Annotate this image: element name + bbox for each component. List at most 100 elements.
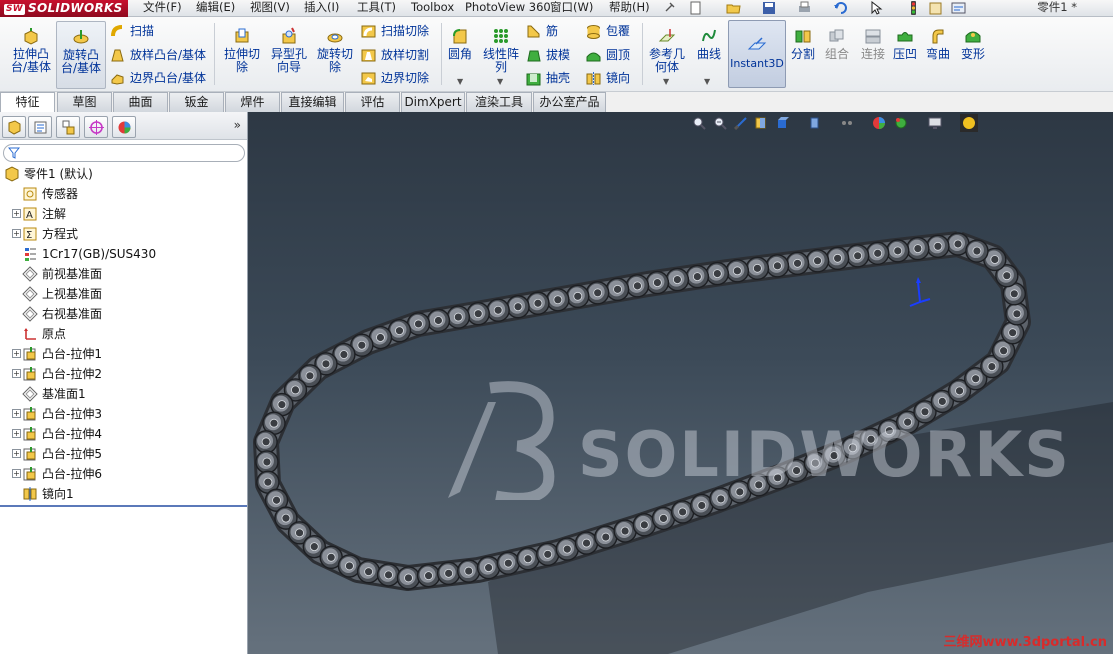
save-icon[interactable]	[762, 1, 777, 15]
extruded-boss-button[interactable]: 拉伸凸 台/基体	[6, 21, 56, 89]
wrap-button[interactable]: 包覆	[586, 22, 630, 40]
draft-button[interactable]: 拔模	[526, 46, 570, 64]
solidworks-logo[interactable]: SW SOLIDWORKS	[0, 0, 128, 17]
hole-wizard-button[interactable]: 异型孔 向导	[266, 21, 312, 89]
expand-toggle-icon[interactable]: +	[12, 369, 21, 378]
join-button[interactable]: 连接	[856, 21, 890, 89]
tree-node-label: 镜向1	[42, 487, 74, 501]
tab-evaluate[interactable]: 评估	[345, 92, 400, 112]
tab-surfaces[interactable]: 曲面	[113, 92, 168, 112]
expand-toggle-icon[interactable]: +	[12, 349, 21, 358]
instant3d-button[interactable]: Instant3D	[728, 20, 786, 88]
mirror-label: 镜向	[606, 71, 631, 85]
expand-toggle-icon[interactable]: +	[12, 429, 21, 438]
revolved-boss-button[interactable]: 旋转凸 台/基体	[56, 21, 106, 89]
tree-filter-input[interactable]	[3, 144, 245, 162]
options-icon[interactable]	[951, 1, 966, 15]
feature-manager-tab[interactable]	[2, 116, 26, 138]
boundary-cut-button[interactable]: 边界切除	[361, 69, 429, 87]
menu-insert[interactable]: 插入(I)	[304, 0, 339, 17]
new-document-icon[interactable]	[688, 1, 703, 15]
edit-appearance-icon[interactable]	[872, 116, 886, 130]
panel-more-button[interactable]: »	[234, 118, 241, 132]
fillet-icon	[453, 29, 467, 44]
deform-button[interactable]: 变形	[956, 21, 990, 89]
chain-roller	[1005, 302, 1029, 326]
expand-toggle-icon[interactable]: +	[12, 469, 21, 478]
swept-boss-button[interactable]: 扫描	[110, 22, 154, 40]
pin-icon[interactable]	[662, 1, 677, 15]
curves-icon	[702, 29, 716, 42]
menu-tools[interactable]: 工具(T)	[357, 0, 396, 17]
indent-button[interactable]: 压凹	[890, 21, 920, 89]
tab-render-tools[interactable]: 渲染工具	[466, 92, 532, 112]
realview-graphics-icon[interactable]	[960, 114, 978, 132]
pattern-dropdown-icon[interactable]: ▼	[497, 77, 503, 86]
rib-button[interactable]: 筋	[526, 22, 558, 40]
menu-view[interactable]: 视图(V)	[250, 0, 290, 17]
traffic-light-icon[interactable]	[906, 1, 921, 15]
undo-icon[interactable]	[833, 1, 848, 15]
feature-tree-icon	[8, 120, 21, 135]
split-button[interactable]: 分割	[788, 21, 818, 89]
tab-weldments[interactable]: 焊件	[225, 92, 280, 112]
chain-roller	[785, 251, 810, 276]
swept-cut-button[interactable]: 扫描切除	[361, 22, 429, 40]
fillet-dropdown-icon[interactable]: ▼	[457, 77, 463, 86]
apply-scene-icon[interactable]	[894, 116, 908, 130]
expand-toggle-icon[interactable]: +	[12, 409, 21, 418]
graphics-area[interactable]: SOLIDWORKS 三维网www.3dportal.cn	[248, 112, 1113, 654]
tree-node-label: 基准面1	[42, 387, 86, 401]
tab-sketch[interactable]: 草图	[57, 92, 112, 112]
hole-wizard-label: 异型孔 向导	[270, 47, 307, 74]
menu-help[interactable]: 帮助(H)	[609, 0, 650, 17]
open-folder-icon[interactable]	[726, 1, 741, 15]
rollback-bar[interactable]	[0, 505, 247, 507]
tab-sheet-metal[interactable]: 钣金	[169, 92, 224, 112]
tab-features[interactable]: 特征	[0, 92, 55, 113]
collapse-panel-handle[interactable]	[248, 444, 254, 466]
menu-photoview[interactable]: PhotoView 360	[465, 0, 551, 17]
lofted-boss-button[interactable]: 放样凸台/基体	[110, 46, 206, 64]
view-orientation-icon[interactable]	[776, 116, 790, 130]
view-settings-icon[interactable]	[928, 116, 942, 130]
tab-office-products[interactable]: 办公室产品	[533, 92, 606, 112]
revolved-cut-button[interactable]: 旋转切 除	[312, 21, 358, 89]
file-properties-icon[interactable]	[928, 1, 943, 15]
print-icon[interactable]	[797, 1, 812, 15]
chain-roller	[825, 246, 850, 270]
menu-toolbox[interactable]: Toolbox	[411, 0, 454, 17]
property-manager-tab[interactable]	[28, 116, 52, 138]
display-manager-tab[interactable]	[112, 116, 136, 138]
reference-dropdown-icon[interactable]: ▼	[663, 77, 669, 86]
tab-direct-editing[interactable]: 直接编辑	[281, 92, 344, 112]
lofted-cut-button[interactable]: 放样切割	[361, 46, 429, 64]
extruded-cut-button[interactable]: 拉伸切 除	[219, 21, 265, 89]
tab-dimxpert[interactable]: DimXpert	[401, 92, 465, 112]
display-style-icon[interactable]	[808, 116, 822, 130]
configuration-manager-tab[interactable]	[56, 116, 80, 138]
plane-icon	[22, 286, 38, 302]
curves-dropdown-icon[interactable]: ▼	[704, 77, 710, 86]
zoom-to-fit-icon[interactable]	[692, 116, 706, 130]
expand-toggle-icon[interactable]: +	[12, 209, 21, 218]
mirror-button[interactable]: 镜向	[586, 69, 630, 87]
combine-button[interactable]: 组合	[820, 21, 854, 89]
hide-show-items-icon[interactable]	[840, 116, 854, 130]
menu-window[interactable]: 窗口(W)	[550, 0, 593, 17]
select-pointer-icon[interactable]	[869, 0, 884, 15]
menu-edit[interactable]: 编辑(E)	[196, 0, 235, 17]
equation-icon: Σ	[23, 227, 37, 241]
dimxpert-manager-tab[interactable]	[84, 116, 108, 138]
section-view-icon[interactable]	[754, 116, 768, 130]
flex-button[interactable]: 弯曲	[922, 21, 954, 89]
zoom-to-area-icon[interactable]	[713, 116, 727, 130]
menu-file[interactable]: 文件(F)	[143, 0, 182, 17]
expand-toggle-icon[interactable]: +	[12, 229, 21, 238]
previous-view-icon[interactable]	[734, 116, 748, 130]
shell-button[interactable]: 抽壳	[526, 69, 570, 87]
expand-toggle-icon[interactable]: +	[12, 449, 21, 458]
dome-button[interactable]: 圆顶	[586, 46, 630, 64]
boundary-boss-button[interactable]: 边界凸台/基体	[110, 69, 206, 87]
ribbon-separator	[642, 23, 643, 85]
